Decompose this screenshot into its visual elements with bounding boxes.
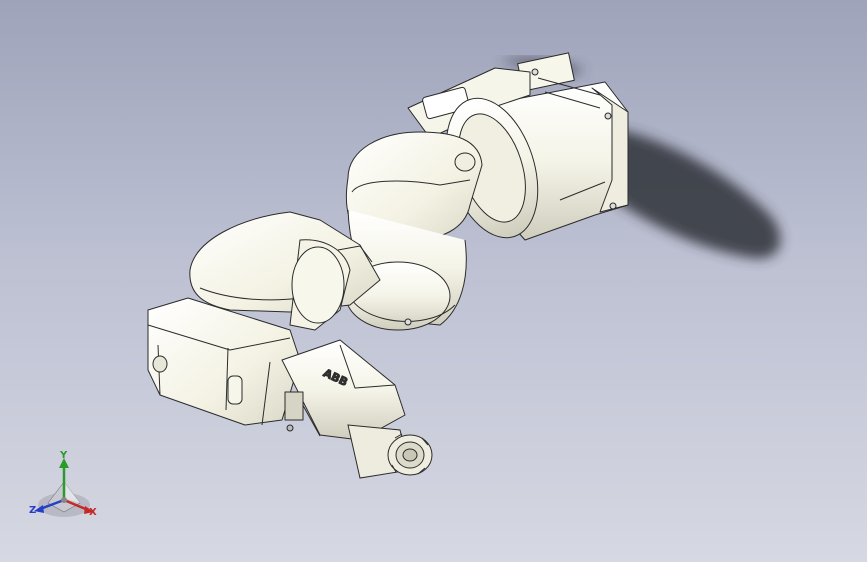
3d-viewport[interactable]: ABB Y X Z bbox=[0, 0, 867, 562]
tool-flange bbox=[347, 424, 433, 479]
x-axis-label: X bbox=[89, 507, 97, 518]
robot-arm-model[interactable]: ABB bbox=[0, 0, 867, 562]
axis-triad: Y X Z bbox=[22, 448, 112, 528]
y-axis-label: Y bbox=[60, 450, 68, 461]
upper-arm-link bbox=[345, 131, 483, 331]
z-axis-label: Z bbox=[29, 505, 37, 516]
